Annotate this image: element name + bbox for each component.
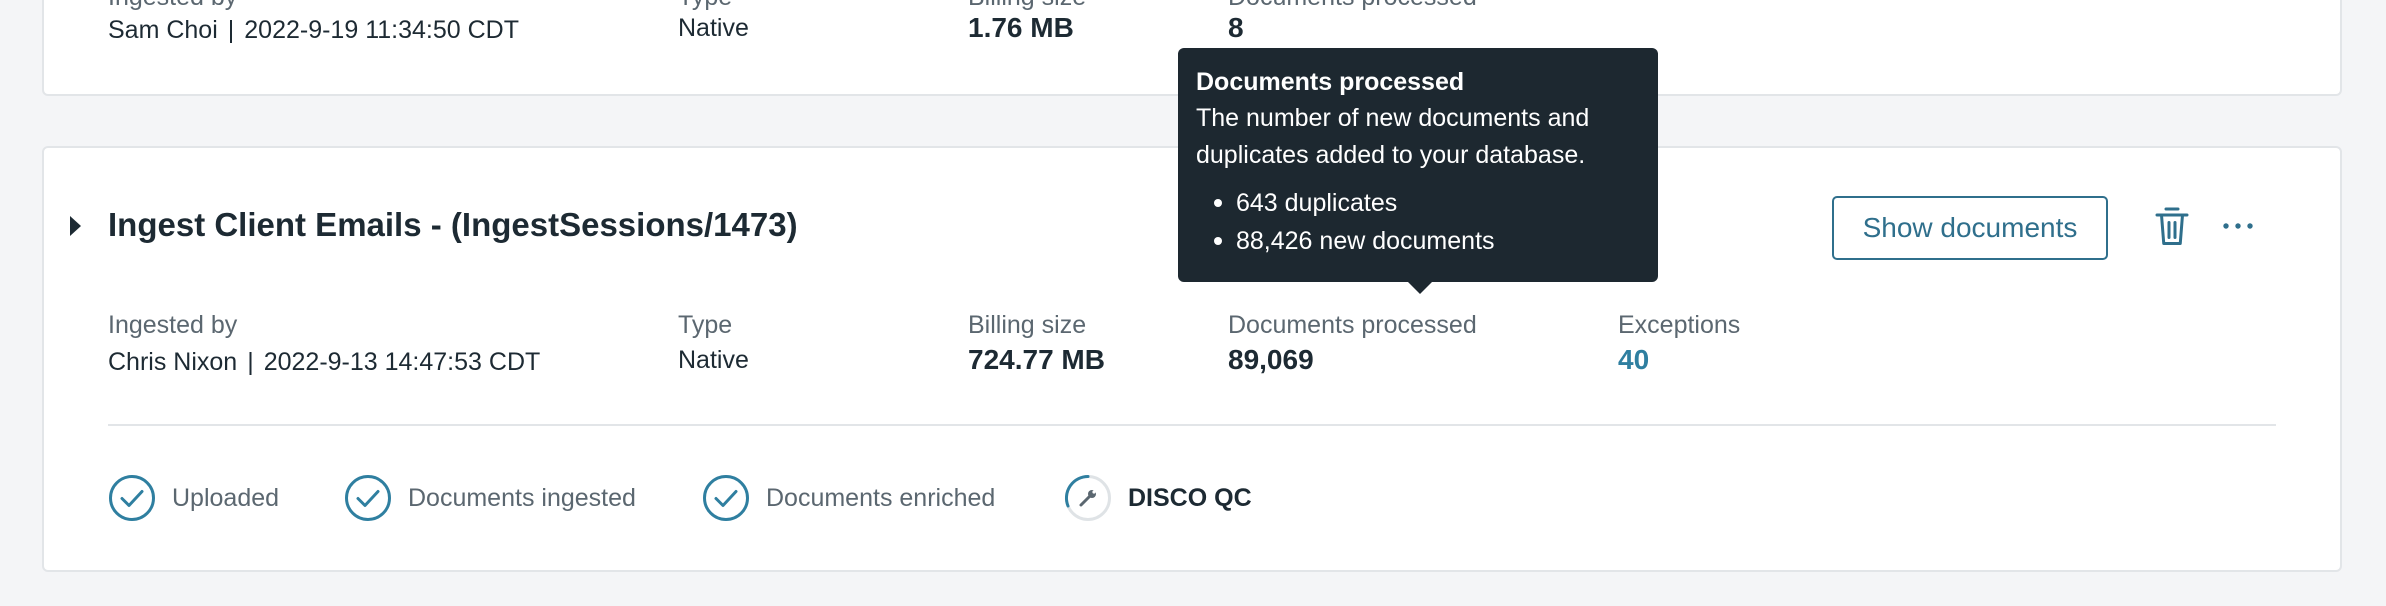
ingested-by-field: Ingested by Sam Choi | 2022-9-19 11:34:50 … [108, 0, 519, 46]
ingested-by-user: Chris Nixon [108, 348, 238, 376]
ingested-by-field: Ingested by Chris Nixon | 2022-9-13 14:47:… [108, 310, 540, 378]
wrench-progress-icon [1064, 474, 1111, 521]
documents-processed-value: 8 [1228, 12, 1244, 43]
divider [108, 424, 2276, 426]
documents-processed-value: 89,069 [1228, 344, 1314, 375]
documents-processed-label: Documents processed [1228, 311, 1477, 339]
documents-processed-field[interactable]: Documents processed 89,069 [1228, 310, 1477, 376]
check-circle-icon [109, 475, 155, 521]
tooltip-list-item: 88,426 new documents [1196, 222, 1640, 260]
check-circle-icon [345, 475, 391, 521]
step-documents-ingested: Documents ingested [344, 474, 636, 522]
expand-caret-icon[interactable] [70, 216, 81, 236]
billing-size-value: 724.77 MB [968, 344, 1105, 375]
show-documents-button[interactable]: Show documents [1832, 196, 2108, 260]
step-label: Documents enriched [766, 483, 996, 512]
separator: | [247, 348, 254, 376]
exceptions-link[interactable]: 40 [1618, 344, 1740, 376]
ingested-at-timestamp: 2022-9-13 14:47:53 CDT [263, 348, 541, 376]
tooltip-title: Documents processed [1196, 68, 1465, 96]
billing-size-label: Billing size [968, 0, 1086, 12]
step-label: Uploaded [172, 483, 280, 512]
ingested-at-timestamp: 2022-9-19 11:34:50 CDT [244, 16, 519, 44]
documents-processed-tooltip: Documents processed The number of new do… [1178, 48, 1658, 294]
billing-size-field: Billing size 724.77 MB [968, 310, 1105, 376]
billing-size-value: 1.76 MB [968, 12, 1074, 43]
type-label: Type [678, 0, 749, 12]
step-disco-qc: DISCO QC [1064, 474, 1252, 522]
exceptions-label: Exceptions [1618, 311, 1741, 339]
documents-processed-field[interactable]: Documents processed 8 [1228, 0, 1477, 44]
trash-icon[interactable] [2154, 206, 2190, 248]
ingested-by-label: Ingested by [108, 0, 519, 12]
type-label: Type [678, 311, 733, 339]
exceptions-field: Exceptions 40 [1618, 310, 1740, 376]
documents-processed-label: Documents processed [1228, 0, 1477, 12]
ingested-by-user: Sam Choi [108, 16, 218, 44]
tooltip-list: 643 duplicates 88,426 new documents [1196, 184, 1640, 260]
type-value: Native [678, 14, 749, 42]
tooltip-body: The number of new documents and duplicat… [1196, 104, 1590, 169]
type-field: Type Native [678, 310, 749, 376]
billing-size-label: Billing size [968, 311, 1087, 339]
billing-size-field: Billing size 1.76 MB [968, 0, 1086, 44]
type-field: Type Native [678, 0, 749, 44]
more-options-icon[interactable] [2220, 208, 2256, 244]
session-title: Ingest Client Emails - (IngestSessions/1… [108, 206, 798, 243]
separator: | [227, 16, 235, 44]
step-label: Documents ingested [408, 483, 636, 512]
tooltip-list-item: 643 duplicates [1196, 184, 1640, 222]
type-value: Native [678, 346, 749, 374]
ingested-by-label: Ingested by [108, 311, 238, 339]
step-uploaded: Uploaded [108, 474, 279, 522]
check-circle-icon [703, 475, 749, 521]
step-label: DISCO QC [1128, 483, 1252, 512]
step-documents-enriched: Documents enriched [702, 474, 995, 522]
